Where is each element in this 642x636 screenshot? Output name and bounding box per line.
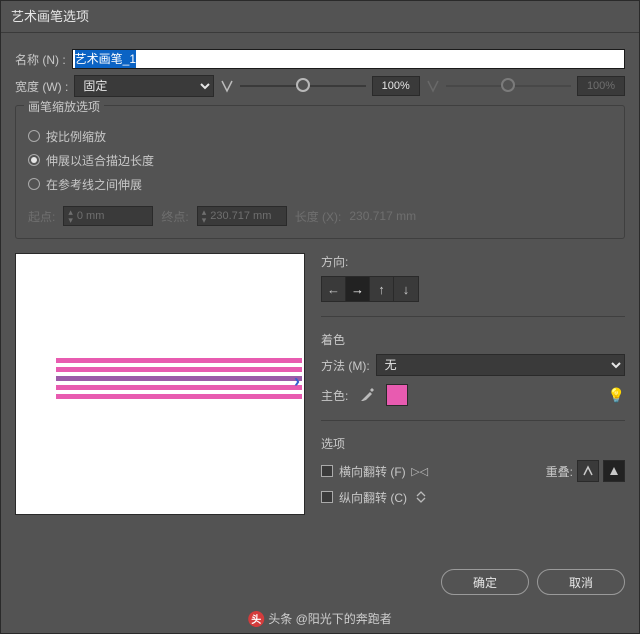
direction-buttons: ← → ↑ ↓: [321, 276, 419, 302]
direction-header: 方向:: [321, 253, 625, 270]
flip-marker-right-icon: [426, 79, 440, 93]
flip-h-checkbox[interactable]: [321, 465, 333, 477]
direction-arrow-icon: ›: [294, 371, 300, 392]
radio-label: 在参考线之间伸展: [46, 176, 142, 193]
flip-h-label: 横向翻转 (F): [339, 463, 406, 480]
flip-marker-left-icon: [220, 79, 234, 93]
method-label: 方法 (M):: [321, 357, 370, 374]
direction-section: 方向: ← → ↑ ↓: [321, 253, 625, 302]
watermark: 头 头条 @阳光下的奔跑者: [248, 610, 392, 627]
radio-icon: [28, 154, 40, 166]
width-slider-left[interactable]: [240, 75, 365, 97]
end-field: ▴▾230.717 mm: [197, 206, 287, 226]
tips-bulb-icon[interactable]: 💡: [608, 387, 625, 404]
width-row: 宽度 (W) : 固定 100%: [15, 75, 625, 97]
length-label: 长度 (X):: [295, 208, 342, 225]
watermark-logo-icon: 头: [248, 611, 264, 627]
overlap-mode-a-button[interactable]: [577, 460, 599, 482]
flip-v-checkbox[interactable]: [321, 491, 333, 503]
width-pct-right: 100%: [577, 76, 625, 96]
flip-v-label: 纵向翻转 (C): [339, 489, 407, 506]
watermark-text: 头条 @阳光下的奔跑者: [268, 610, 392, 627]
direction-right-button[interactable]: →: [346, 277, 370, 301]
coloring-section: 着色 方法 (M): 无 主色: 💡: [321, 331, 625, 406]
coloring-header: 着色: [321, 331, 625, 348]
scale-radio-stretch[interactable]: 伸展以适合描边长度: [28, 148, 612, 172]
dialog-title: 艺术画笔选项: [11, 9, 89, 24]
scale-radio-guides[interactable]: 在参考线之间伸展: [28, 172, 612, 196]
dialog-titlebar[interactable]: 艺术画笔选项: [1, 1, 639, 33]
end-label: 终点:: [161, 208, 188, 225]
name-value-selected: 艺术画笔_1: [75, 50, 136, 68]
key-color-label: 主色:: [321, 387, 348, 404]
width-slider-right: [446, 75, 571, 97]
flip-h-icon: ▷◁: [412, 463, 428, 479]
flip-v-icon: [413, 489, 429, 505]
name-row: 名称 (N) : 艺术画笔_1: [15, 49, 625, 69]
width-pct-left[interactable]: 100%: [372, 76, 420, 96]
scale-options-fieldset: 画笔缩放选项 按比例缩放 伸展以适合描边长度 在参考线之间伸展 起点: ▴▾0 …: [15, 105, 625, 239]
overlap-mode-b-button[interactable]: [603, 460, 625, 482]
overlap-label: 重叠:: [546, 463, 573, 480]
art-brush-options-dialog: 艺术画笔选项 名称 (N) : 艺术画笔_1 宽度 (W) : 固定: [0, 0, 640, 634]
start-field: ▴▾0 mm: [63, 206, 153, 226]
eyedropper-icon[interactable]: [358, 386, 376, 404]
options-header: 选项: [321, 435, 625, 452]
radio-icon: [28, 130, 40, 142]
direction-left-button[interactable]: ←: [322, 277, 346, 301]
guide-fields: 起点: ▴▾0 mm 终点: ▴▾230.717 mm 长度 (X): 230.…: [28, 206, 612, 226]
scale-legend: 画笔缩放选项: [24, 98, 104, 115]
options-section: 选项 横向翻转 (F) ▷◁ 重叠:: [321, 435, 625, 510]
direction-up-button[interactable]: ↑: [370, 277, 394, 301]
ok-button[interactable]: 确定: [441, 569, 529, 595]
length-value: 230.717 mm: [349, 209, 416, 223]
direction-down-button[interactable]: ↓: [394, 277, 418, 301]
width-label: 宽度 (W) :: [15, 78, 68, 95]
radio-label: 伸展以适合描边长度: [46, 152, 154, 169]
radio-label: 按比例缩放: [46, 128, 106, 145]
name-input[interactable]: 艺术画笔_1: [72, 49, 625, 69]
scale-radio-proportional[interactable]: 按比例缩放: [28, 124, 612, 148]
key-color-swatch[interactable]: [386, 384, 408, 406]
dialog-footer: 确定 取消: [441, 569, 625, 595]
coloring-method-select[interactable]: 无: [376, 354, 625, 376]
cancel-button[interactable]: 取消: [537, 569, 625, 595]
name-label: 名称 (N) :: [15, 51, 66, 68]
radio-icon: [28, 178, 40, 190]
width-mode-select[interactable]: 固定: [74, 75, 214, 97]
start-label: 起点:: [28, 208, 55, 225]
brush-preview: ›: [15, 253, 305, 515]
